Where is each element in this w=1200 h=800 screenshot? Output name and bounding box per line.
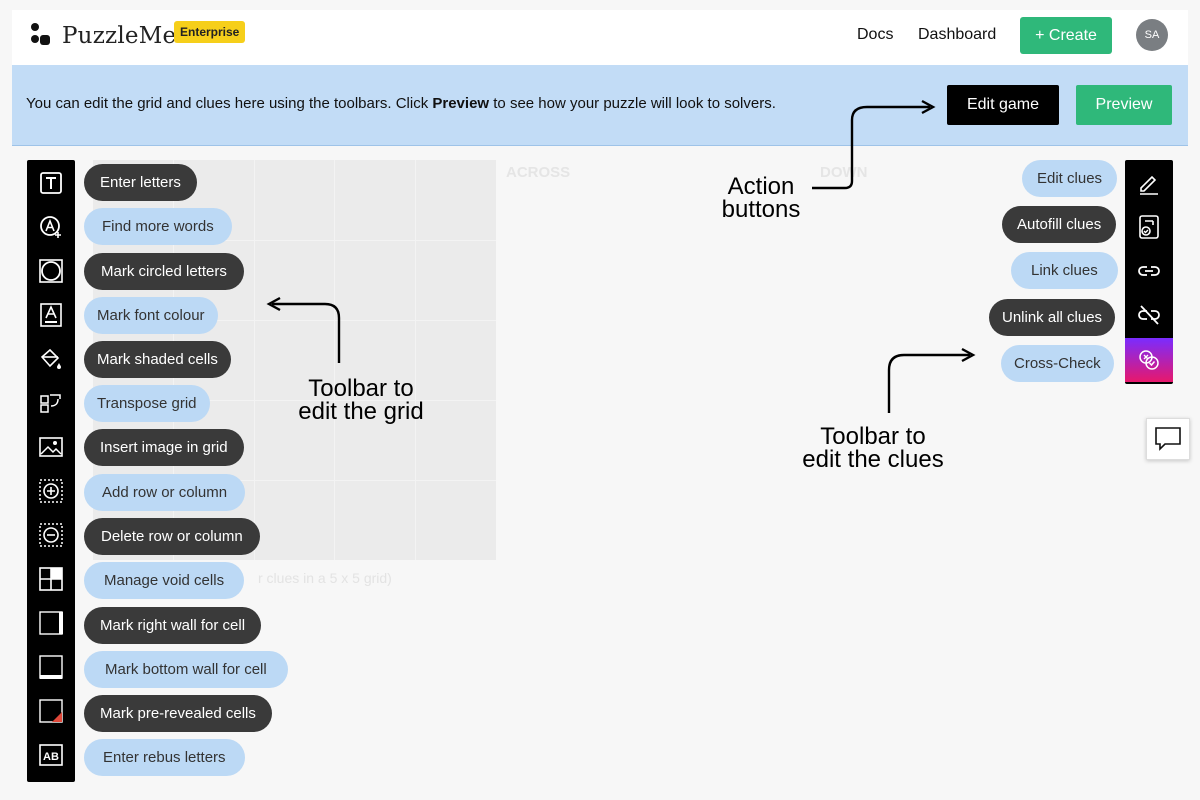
preview-button[interactable]: Preview xyxy=(1076,85,1172,125)
autofill-icon[interactable] xyxy=(1125,205,1173,249)
circle-icon[interactable] xyxy=(27,249,75,293)
chat-button[interactable] xyxy=(1146,418,1190,460)
nav-dashboard-link[interactable]: Dashboard xyxy=(918,26,996,44)
pill-edit-clues[interactable]: Edit clues xyxy=(1022,160,1118,197)
banner-text-bold: Preview xyxy=(432,95,490,112)
pill-mark-right-wall[interactable]: Mark right wall for cell xyxy=(84,607,262,644)
grid-toolbar: AB xyxy=(27,160,75,782)
top-header: PuzzleMe Enterprise Docs Dashboard + Cre… xyxy=(12,10,1188,65)
nav-docs-link[interactable]: Docs xyxy=(857,26,893,44)
image-icon[interactable] xyxy=(27,425,75,469)
cross-check-icon[interactable] xyxy=(1125,338,1173,382)
clue-toolbar-arrow xyxy=(887,353,970,413)
logo-icon xyxy=(31,23,50,45)
across-heading: ACROSS xyxy=(506,164,571,181)
svg-text:AB: AB xyxy=(43,751,59,763)
pill-transpose-grid[interactable]: Transpose grid xyxy=(84,385,210,422)
grid-line xyxy=(415,160,416,560)
delete-row-icon[interactable] xyxy=(27,513,75,557)
annotation-line: Action xyxy=(727,173,795,200)
down-heading: DOWN xyxy=(820,164,868,181)
action-buttons-annotation: Action buttons xyxy=(700,173,822,223)
unlink-icon[interactable] xyxy=(1125,293,1173,337)
annotation-line: edit the grid xyxy=(298,398,424,425)
pre-revealed-icon[interactable] xyxy=(27,689,75,733)
pill-mark-pre-revealed[interactable]: Mark pre-revealed cells xyxy=(84,695,272,732)
pill-mark-font-colour[interactable]: Mark font colour xyxy=(84,297,218,334)
font-colour-icon[interactable] xyxy=(27,293,75,337)
annotation-line: buttons xyxy=(721,196,801,223)
grid-line xyxy=(254,160,255,560)
enterprise-badge: Enterprise xyxy=(174,21,246,43)
paint-bucket-icon[interactable] xyxy=(27,337,75,381)
pencil-icon[interactable] xyxy=(1125,161,1173,205)
pill-insert-image[interactable]: Insert image in grid xyxy=(84,429,244,466)
pill-autofill-clues[interactable]: Autofill clues xyxy=(1002,206,1117,243)
chat-bubble-icon xyxy=(1155,427,1181,451)
pill-mark-circled-letters[interactable]: Mark circled letters xyxy=(84,253,244,290)
link-icon[interactable] xyxy=(1125,249,1173,293)
annotation-line: Toolbar to xyxy=(308,375,414,402)
edit-game-button[interactable]: Edit game xyxy=(947,85,1059,125)
grid-caption: r clues in a 5 x 5 grid) xyxy=(258,570,392,586)
rebus-icon[interactable]: AB xyxy=(27,733,75,777)
bottom-wall-icon[interactable] xyxy=(27,645,75,689)
find-words-icon[interactable] xyxy=(27,205,75,249)
transpose-icon[interactable] xyxy=(27,381,75,425)
banner-text-before: You can edit the grid and clues here usi… xyxy=(26,95,433,112)
banner-text-after: to see how your puzzle will look to solv… xyxy=(489,95,776,112)
pill-enter-rebus[interactable]: Enter rebus letters xyxy=(84,739,245,776)
add-row-icon[interactable] xyxy=(27,469,75,513)
pill-find-more-words[interactable]: Find more words xyxy=(84,208,232,245)
pill-add-row-column[interactable]: Add row or column xyxy=(84,474,246,511)
void-cells-icon[interactable] xyxy=(27,557,75,601)
clue-toolbar-arrowhead xyxy=(961,347,976,363)
clue-toolbar xyxy=(1125,160,1173,384)
pill-link-clues[interactable]: Link clues xyxy=(1011,252,1118,289)
logo-text: PuzzleMe xyxy=(62,23,177,49)
annotation-line: edit the clues xyxy=(802,446,944,473)
right-wall-icon[interactable] xyxy=(27,601,75,645)
pill-manage-void-cells[interactable]: Manage void cells xyxy=(84,562,245,599)
grid-line xyxy=(334,160,335,560)
info-banner: You can edit the grid and clues here usi… xyxy=(12,65,1188,146)
clue-toolbar-annotation: Toolbar to edit the clues xyxy=(784,423,962,473)
text-icon[interactable] xyxy=(27,161,75,205)
pill-enter-letters[interactable]: Enter letters xyxy=(84,164,197,201)
create-button[interactable]: + Create xyxy=(1020,17,1112,54)
banner-message: You can edit the grid and clues here usi… xyxy=(26,95,776,112)
pill-cross-check[interactable]: Cross-Check xyxy=(1001,345,1114,382)
pill-mark-bottom-wall[interactable]: Mark bottom wall for cell xyxy=(84,651,288,688)
annotation-line: Toolbar to xyxy=(820,423,926,450)
pill-delete-row-column[interactable]: Delete row or column xyxy=(84,518,260,555)
user-avatar[interactable]: SA xyxy=(1136,19,1168,51)
pill-mark-shaded-cells[interactable]: Mark shaded cells xyxy=(84,341,231,378)
grid-toolbar-annotation: Toolbar to edit the grid xyxy=(280,375,442,425)
pill-unlink-all-clues[interactable]: Unlink all clues xyxy=(989,299,1116,336)
